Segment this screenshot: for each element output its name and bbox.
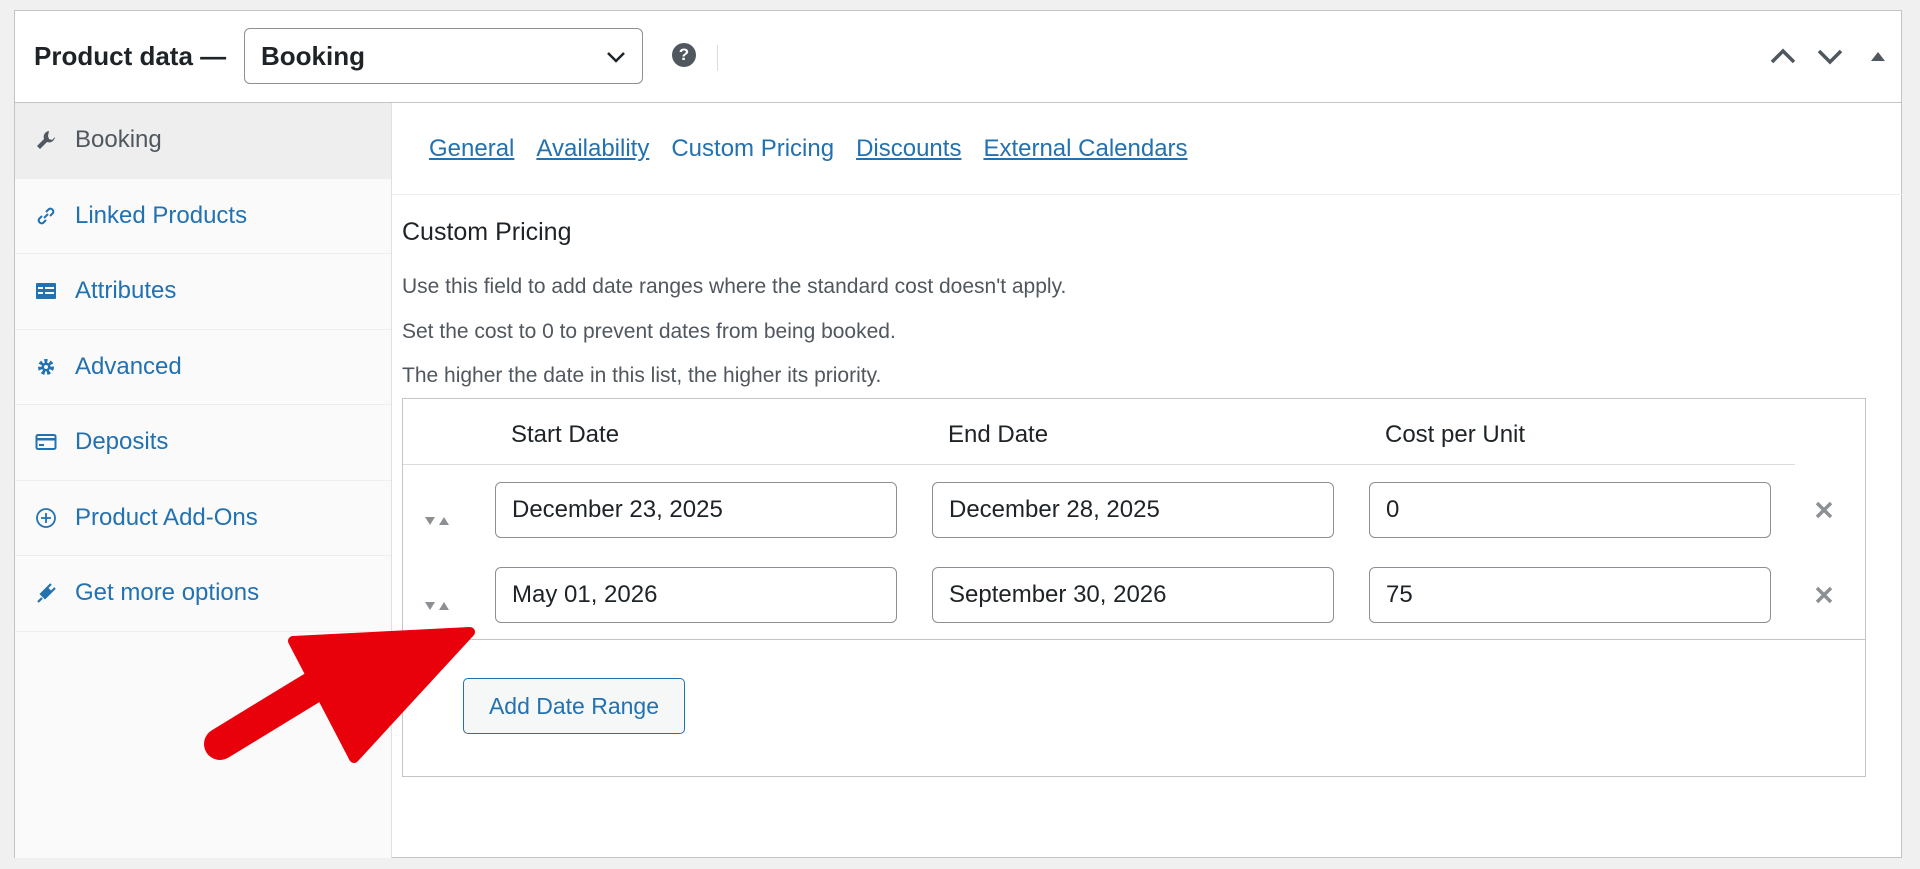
column-header-start-date: Start Date xyxy=(511,421,620,448)
plugin-icon xyxy=(37,583,56,604)
end-date-input[interactable] xyxy=(932,567,1334,623)
tab-external-calendars[interactable]: External Calendars xyxy=(983,135,1187,163)
table-footer-divider xyxy=(403,639,1865,640)
sidebar-item-advanced[interactable]: Advanced xyxy=(15,330,391,405)
section-description: The higher the date in this list, the hi… xyxy=(402,364,882,387)
plus-circle-icon xyxy=(36,507,56,528)
help-icon[interactable]: ? xyxy=(672,43,696,67)
custom-pricing-table: Start Date End Date Cost per Unit Add Da… xyxy=(402,398,1866,777)
sidebar-item-linked-products[interactable]: Linked Products xyxy=(15,179,391,254)
header-divider xyxy=(717,45,718,71)
sidebar-item-product-add-ons[interactable]: Product Add-Ons xyxy=(15,481,391,556)
move-up-icon[interactable] xyxy=(1768,43,1798,69)
cost-input[interactable] xyxy=(1369,482,1771,538)
tab-general[interactable]: General xyxy=(429,135,514,163)
sidebar-item-get-more-options[interactable]: Get more options xyxy=(15,556,391,632)
product-data-tabs-sidebar: Booking Linked Products Attributes Advan… xyxy=(15,103,392,858)
panel-title: Product data — xyxy=(34,41,227,71)
section-description: Use this field to add date ranges where … xyxy=(402,275,1067,298)
sidebar-item-label: Attributes xyxy=(75,277,177,305)
tab-discounts[interactable]: Discounts xyxy=(856,135,961,163)
start-date-input[interactable] xyxy=(495,567,897,623)
column-header-cost: Cost per Unit xyxy=(1385,421,1526,448)
remove-row-icon[interactable] xyxy=(1813,584,1835,606)
product-type-value: Booking xyxy=(261,40,365,71)
tab-custom-pricing[interactable]: Custom Pricing xyxy=(671,135,834,163)
sidebar-item-booking[interactable]: Booking xyxy=(15,103,391,179)
sidebar-item-label: Advanced xyxy=(75,352,182,380)
sidebar-item-deposits[interactable]: Deposits xyxy=(15,405,391,481)
sidebar-item-label: Deposits xyxy=(75,428,169,456)
collapse-toggle-icon[interactable] xyxy=(1863,43,1893,69)
sort-handle-icon[interactable] xyxy=(423,512,457,530)
sidebar-item-label: Booking xyxy=(75,126,162,154)
chevron-down-icon xyxy=(607,52,625,63)
product-type-select[interactable]: Booking xyxy=(244,28,643,84)
section-title: Custom Pricing xyxy=(402,218,572,246)
link-icon xyxy=(37,207,55,225)
sort-handle-icon[interactable] xyxy=(423,597,457,615)
start-date-input[interactable] xyxy=(495,482,897,538)
column-header-end-date: End Date xyxy=(948,421,1049,448)
remove-row-icon[interactable] xyxy=(1813,499,1835,521)
sidebar-item-label: Get more options xyxy=(75,579,260,607)
tab-availability[interactable]: Availability xyxy=(536,135,649,163)
sidebar-item-label: Product Add-Ons xyxy=(75,503,258,531)
sidebar-item-label: Linked Products xyxy=(75,201,248,229)
end-date-input[interactable] xyxy=(932,482,1334,538)
header-divider xyxy=(403,464,1795,465)
gear-icon xyxy=(38,358,54,375)
panel-header: Product data — Booking ? xyxy=(15,11,1901,103)
cost-input[interactable] xyxy=(1369,567,1771,623)
section-description: Set the cost to 0 to prevent dates from … xyxy=(402,320,896,343)
move-down-icon[interactable] xyxy=(1815,43,1845,69)
list-card-icon xyxy=(36,283,56,300)
credit-card-icon xyxy=(35,434,57,451)
sidebar-item-attributes[interactable]: Attributes xyxy=(15,254,391,330)
add-date-range-button[interactable]: Add Date Range xyxy=(463,678,685,734)
booking-subtabs: General Availability Custom Pricing Disc… xyxy=(392,103,1902,195)
wrench-icon xyxy=(37,131,55,150)
